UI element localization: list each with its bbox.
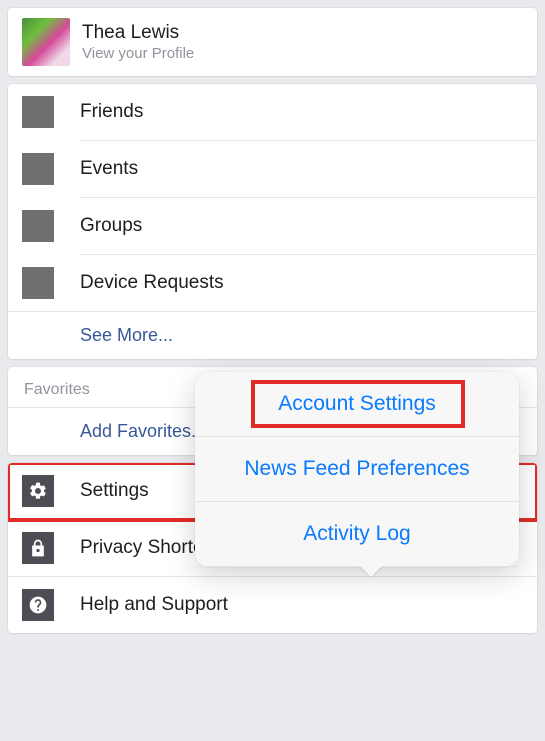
profile-subtitle: View your Profile xyxy=(82,45,194,62)
shortcut-friends[interactable]: Friends xyxy=(8,84,537,140)
help-row[interactable]: Help and Support xyxy=(8,577,537,633)
shortcut-groups[interactable]: Groups xyxy=(8,198,537,254)
shortcut-label: Events xyxy=(80,158,138,180)
help-icon xyxy=(22,589,54,621)
lock-icon xyxy=(22,532,54,564)
popover-item-label: Account Settings xyxy=(278,392,436,415)
popover-activity-log[interactable]: Activity Log xyxy=(195,502,519,567)
shortcut-label: Device Requests xyxy=(80,272,224,294)
help-label: Help and Support xyxy=(80,594,523,616)
see-more-link: See More... xyxy=(80,325,173,346)
popover-tail xyxy=(359,565,383,577)
popover-news-feed-preferences[interactable]: News Feed Preferences xyxy=(195,437,519,502)
add-favorites-link: Add Favorites... xyxy=(80,421,206,442)
profile-name: Thea Lewis xyxy=(82,22,194,44)
profile-card[interactable]: Thea Lewis View your Profile xyxy=(8,8,537,76)
shortcut-device-requests[interactable]: Device Requests xyxy=(8,255,537,311)
friends-icon xyxy=(22,96,54,128)
groups-icon xyxy=(22,210,54,242)
avatar xyxy=(22,18,70,66)
see-more-row[interactable]: See More... xyxy=(8,311,537,359)
popover-account-settings[interactable]: Account Settings xyxy=(195,372,519,437)
shortcuts-card: Friends Events Groups Device Requests Se… xyxy=(8,84,537,359)
settings-popover: Account Settings News Feed Preferences A… xyxy=(195,372,519,567)
shortcut-label: Friends xyxy=(80,101,143,123)
shortcut-events[interactable]: Events xyxy=(8,141,537,197)
shortcut-label: Groups xyxy=(80,215,142,237)
gear-icon xyxy=(22,475,54,507)
popover-item-label: Activity Log xyxy=(303,522,410,545)
device-requests-icon xyxy=(22,267,54,299)
popover-item-label: News Feed Preferences xyxy=(244,457,469,480)
events-icon xyxy=(22,153,54,185)
